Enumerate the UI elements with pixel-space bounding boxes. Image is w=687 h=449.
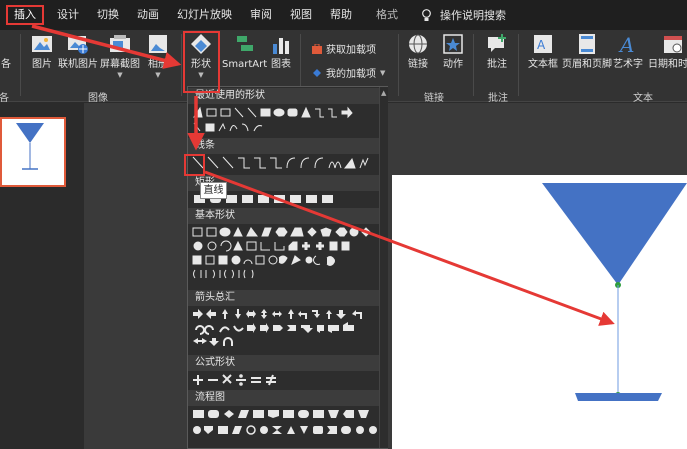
- arrow-insert-to-shapes: [31, 24, 182, 69]
- powerpoint-window: 插入 设计 切换 动画 幻灯片放映 审阅 视图 帮助 格式 操作说明搜索 各 图…: [0, 0, 687, 449]
- annotation-arrows: [31, 24, 615, 326]
- arrow-line-to-slide: [204, 170, 615, 326]
